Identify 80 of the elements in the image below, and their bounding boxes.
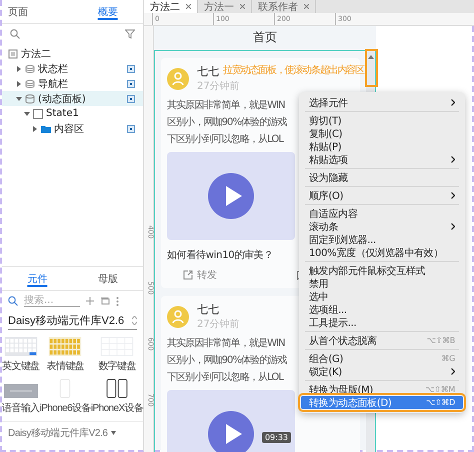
close-icon[interactable] — [186, 4, 191, 9]
plus-icon[interactable] — [86, 297, 94, 305]
layers-icon — [25, 78, 35, 88]
disclosure-icon[interactable] — [16, 80, 22, 86]
search-icon[interactable] — [10, 29, 20, 39]
video-placeholder[interactable]: 09:33 — [167, 390, 295, 452]
outline-item[interactable]: 方法二 — [2, 46, 143, 61]
outline-label: 状态栏 — [38, 62, 69, 76]
avatar-icon — [167, 68, 189, 90]
close-icon[interactable] — [304, 4, 309, 9]
menu-item[interactable]: 转换为动态面板(D) ⌥⇧⌘D — [301, 396, 463, 409]
post-text: 其实原因非常简单，就是WIN — [167, 98, 285, 113]
search-icon — [8, 296, 18, 306]
phones-icon[interactable] — [105, 379, 130, 398]
panel-tab[interactable]: 页面 — [2, 0, 72, 23]
keyboard-icon[interactable] — [4, 337, 38, 356]
outline-item[interactable]: (动态面板) — [2, 91, 143, 106]
author-name: 七七 — [197, 64, 219, 79]
caret-icon[interactable] — [110, 431, 116, 435]
outline-label: State1 — [46, 108, 80, 119]
post-text: 下区别小到可以忽略，从LOL — [167, 132, 284, 147]
panel-tab[interactable]: 元件 — [2, 267, 72, 290]
share-icon[interactable] — [183, 270, 193, 280]
square-dot-icon[interactable] — [127, 124, 135, 132]
more-icon[interactable] — [116, 296, 119, 306]
outline-label: (动态面板) — [38, 92, 87, 106]
play-icon[interactable] — [208, 173, 254, 219]
disclosure-icon[interactable] — [16, 96, 22, 102]
voice-input-icon[interactable] — [4, 384, 38, 398]
outline-label: 导航栏 — [38, 78, 69, 90]
panel-tab[interactable]: 母版 — [72, 267, 143, 290]
filter-icon[interactable] — [125, 29, 135, 39]
library-name: Daisy移动端元件库V2.6 — [8, 426, 108, 440]
avatar-icon — [167, 306, 189, 328]
copy-icon[interactable] — [100, 297, 110, 305]
widget-label: iPhone6设备 — [40, 402, 91, 415]
close-icon[interactable] — [240, 4, 245, 9]
widget-label: 英文键盘 — [2, 360, 40, 373]
updown-icon — [132, 316, 137, 325]
outline-item[interactable]: 导航栏 — [2, 76, 143, 91]
disclosure-icon[interactable] — [24, 110, 30, 116]
page-title: 首页 — [252, 29, 278, 46]
up-arrow-icon[interactable] — [368, 55, 374, 59]
video-duration: 09:33 — [262, 432, 291, 443]
author-name: 七七 — [197, 302, 219, 317]
outline-item[interactable]: 内容区 — [2, 121, 143, 136]
post-question: 如何看待win10的审美？ — [167, 248, 274, 262]
play-icon[interactable] — [208, 411, 254, 452]
panel-tab[interactable]: 概要 — [72, 0, 143, 23]
library-select[interactable]: Daisy移动端元件库V2.6 — [8, 313, 137, 330]
outline-item[interactable]: 状态栏 — [2, 61, 143, 76]
search-field[interactable]: 搜索... — [24, 295, 80, 307]
square-dot-icon[interactable] — [127, 80, 135, 88]
square-dot-icon[interactable] — [127, 94, 135, 102]
post-text: 区别小，网咖90%体验的游戏 — [167, 354, 287, 368]
page-icon — [8, 48, 18, 58]
annotation: 拉宽动态面板，使滚动条超出内容区 — [223, 64, 364, 77]
disclosure-icon[interactable] — [16, 66, 22, 72]
square-icon — [33, 108, 43, 118]
post-time: 27分钟前 — [197, 318, 240, 331]
widget-label: 表情键盘 — [46, 360, 84, 373]
highlight-frame — [365, 49, 378, 87]
outline-item[interactable]: State1 — [2, 106, 143, 121]
widget-label: 数字键盘 — [98, 360, 136, 373]
outline-label: 内容区 — [54, 122, 85, 136]
square-dot-icon[interactable] — [127, 64, 135, 72]
post-text: 区别小，网咖90%体验的游戏 — [167, 116, 287, 130]
folder-icon — [41, 124, 51, 134]
outline-label: 方法二 — [21, 48, 52, 60]
share-label[interactable]: 转发 — [197, 268, 217, 282]
widget-label: 语音输入 — [2, 402, 40, 415]
disclosure-icon[interactable] — [32, 126, 38, 132]
document-tab[interactable]: 方法二 — [144, 0, 198, 13]
post-time: 27分钟前 — [197, 80, 240, 93]
layers-icon — [25, 64, 35, 74]
post-text: 下区别小到可以忽略，从LOL — [167, 370, 284, 385]
post-text: 其实原因非常简单，就是WIN — [167, 336, 285, 351]
video-placeholder[interactable] — [167, 152, 295, 240]
cylinder-icon — [25, 94, 35, 104]
widget-label: iPhoneX设备 — [90, 402, 144, 415]
